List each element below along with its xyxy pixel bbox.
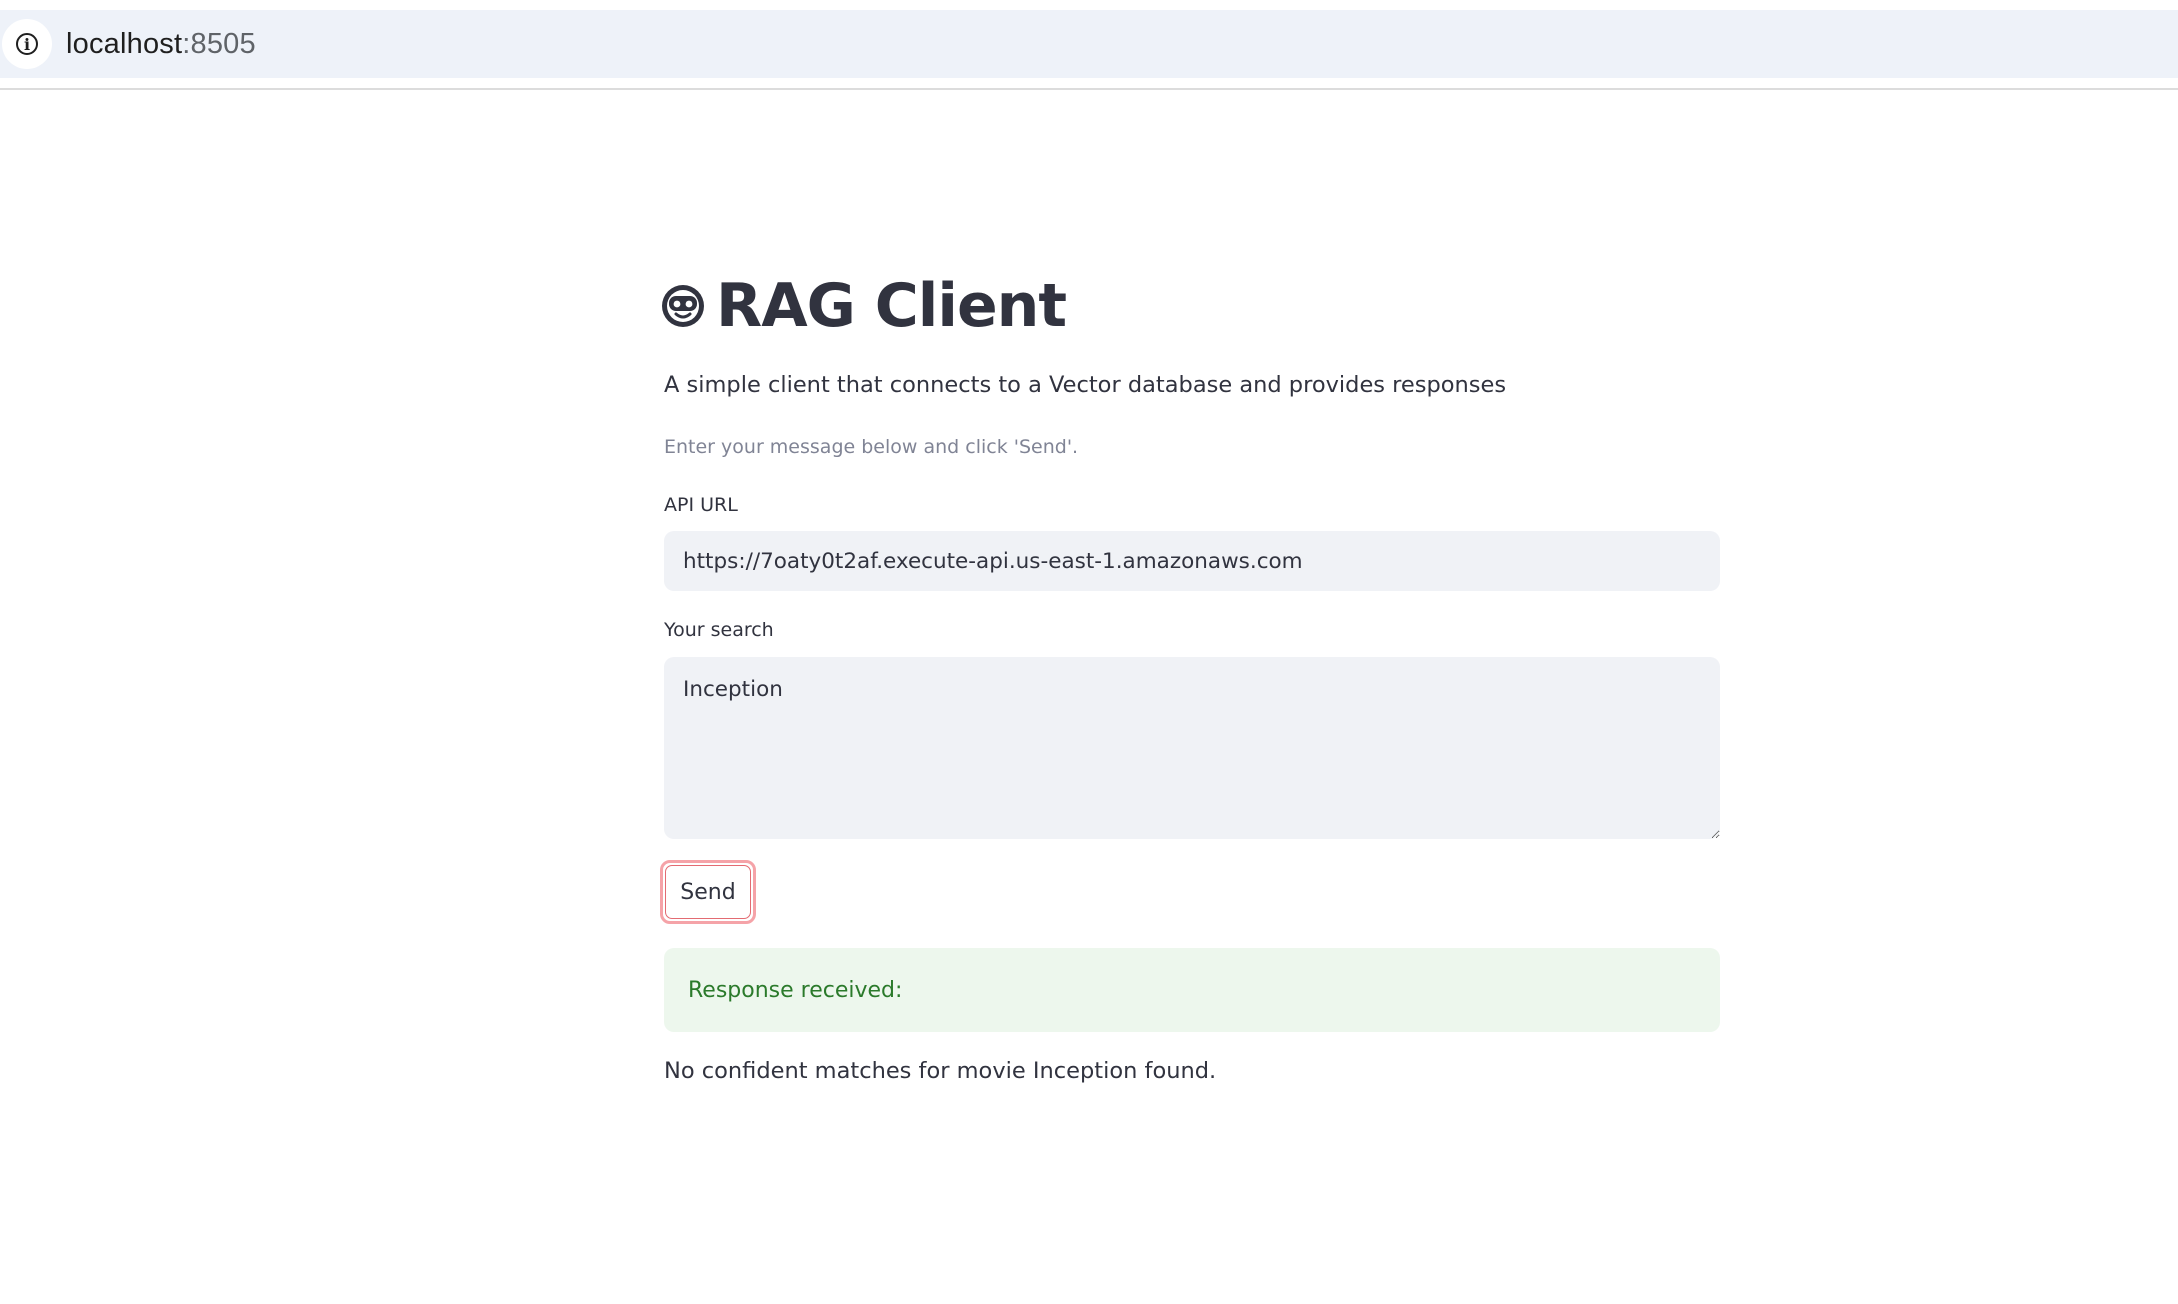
info-glyph: i: [16, 33, 38, 55]
page-title: RAG Client: [716, 271, 1067, 341]
api-url-label: API URL: [664, 494, 738, 516]
url-host: localhost: [66, 27, 183, 60]
success-alert: Response received:: [664, 948, 1720, 1032]
search-label: Your search: [664, 619, 774, 641]
send-button[interactable]: Send: [660, 860, 756, 924]
address-bar[interactable]: i localhost:8505: [0, 10, 2178, 78]
url-port: :8505: [182, 27, 256, 60]
app-container: RAG Client A simple client that connects…: [660, 266, 1720, 1084]
api-url-input[interactable]: [664, 531, 1720, 591]
search-textarea[interactable]: Inception: [664, 657, 1720, 839]
instruction-caption: Enter your message below and click 'Send…: [664, 436, 1079, 458]
robot-face-icon: [662, 285, 704, 327]
title-row: RAG Client: [662, 266, 1720, 346]
url-text[interactable]: localhost:8505: [66, 28, 256, 61]
browser-toolbar: i localhost:8505: [0, 0, 2178, 90]
send-button-focus-ring: [665, 865, 751, 919]
page-subtitle: A simple client that connects to a Vecto…: [664, 372, 1507, 398]
success-alert-text: Response received:: [688, 977, 903, 1003]
site-info-icon[interactable]: i: [2, 19, 52, 69]
response-message: No confident matches for movie Inception…: [664, 1058, 1217, 1084]
